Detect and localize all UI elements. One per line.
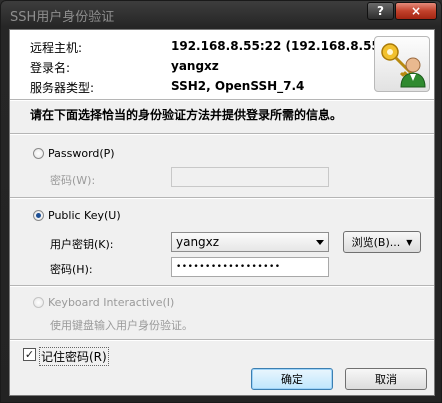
help-icon: ? xyxy=(377,4,384,18)
dialog-body: 远程主机: 192.168.8.55:22 (192.168.8.55) 登录名… xyxy=(9,29,435,396)
browse-button[interactable]: 浏览(B)... ▼ xyxy=(343,231,421,253)
window-title: SSH用户身份验证 xyxy=(10,10,115,25)
public-key-radio-label[interactable]: Public Key(U) xyxy=(48,209,121,222)
section-divider-2 xyxy=(10,197,434,199)
keyboard-interactive-desc: 使用键盘输入用户身份验证。 xyxy=(50,319,193,332)
instruction-text: 请在下面选择恰当的身份验证方法并提供登录所需的信息。 xyxy=(30,108,343,122)
header-divider xyxy=(10,99,434,101)
ok-button-label: 确定 xyxy=(281,373,303,386)
chevron-down-icon xyxy=(316,240,324,245)
remember-password-checkbox[interactable]: ✓ xyxy=(23,348,36,361)
ok-button[interactable]: 确定 xyxy=(251,368,333,390)
dropdown-arrow-icon: ▼ xyxy=(406,237,413,247)
help-button[interactable]: ? xyxy=(367,2,394,20)
key-user-icon xyxy=(374,36,430,92)
passphrase-input[interactable]: •••••••••••••••••• xyxy=(171,257,329,277)
password-radio[interactable] xyxy=(33,148,44,159)
cancel-button-label: 取消 xyxy=(375,373,397,386)
close-icon: × xyxy=(410,4,422,18)
keyboard-interactive-radio[interactable] xyxy=(33,297,44,308)
section-divider-4 xyxy=(10,339,434,341)
keyboard-interactive-label[interactable]: Keyboard Interactive(I) xyxy=(48,296,174,309)
cancel-button[interactable]: 取消 xyxy=(345,368,427,390)
password-field-label: 密码(W): xyxy=(50,174,96,187)
remote-host-label: 远程主机: xyxy=(30,41,83,55)
server-type-value: SSH2, OpenSSH_7.4 xyxy=(171,79,305,93)
user-key-select[interactable]: yangxz xyxy=(171,232,329,252)
login-name-value: yangxz xyxy=(171,59,219,73)
remember-password-label[interactable]: 记住密码(R) xyxy=(39,347,109,366)
auth-dialog-window: SSH用户身份验证 ? × 远程主机: 192.168.8.55:22 (192… xyxy=(0,0,442,403)
close-button[interactable]: × xyxy=(395,2,437,20)
connection-info-panel: 远程主机: 192.168.8.55:22 (192.168.8.55) 登录名… xyxy=(10,30,434,99)
section-divider-3 xyxy=(10,285,434,287)
checkmark-icon: ✓ xyxy=(24,348,35,361)
password-radio-label[interactable]: Password(P) xyxy=(48,147,115,160)
login-name-label: 登录名: xyxy=(30,61,71,75)
user-key-selected-value: yangxz xyxy=(176,235,220,249)
browse-button-label: 浏览(B)... xyxy=(351,236,401,249)
remote-host-value: 192.168.8.55:22 (192.168.8.55) xyxy=(171,39,386,53)
public-key-radio[interactable] xyxy=(33,210,44,221)
section-divider-1 xyxy=(10,133,434,135)
title-bar[interactable]: SSH用户身份验证 ? × xyxy=(1,1,441,27)
passphrase-label: 密码(H): xyxy=(50,263,93,276)
user-key-label: 用户密钥(K): xyxy=(50,238,114,251)
password-input[interactable] xyxy=(171,167,329,187)
server-type-label: 服务器类型: xyxy=(30,81,95,95)
